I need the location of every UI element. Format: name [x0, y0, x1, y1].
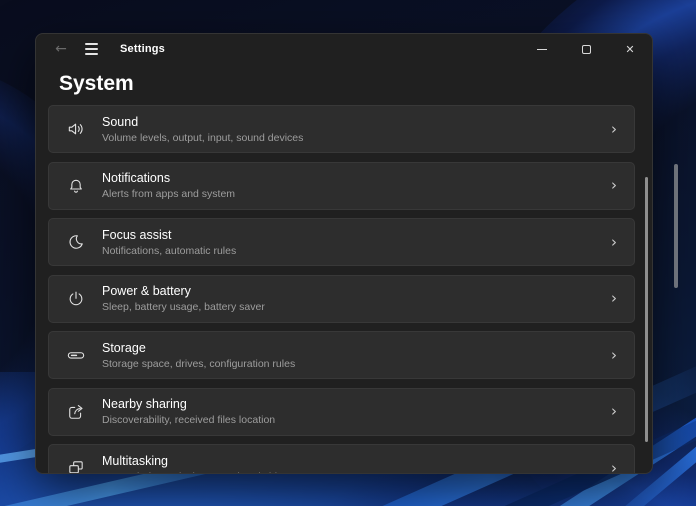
settings-item-text: Nearby sharing Discoverability, received… [102, 397, 275, 426]
settings-item-text: Multitasking Snap windows, desktops, tas… [102, 453, 289, 474]
settings-item-title: Nearby sharing [102, 397, 187, 411]
minimize-button[interactable] [520, 34, 564, 64]
settings-item-title: Multitasking [102, 453, 168, 468]
chevron-right-icon: › [611, 458, 617, 474]
settings-item-text: Sound Volume levels, output, input, soun… [102, 115, 303, 144]
chevron-right-icon: › [611, 232, 617, 251]
power-battery-icon [66, 289, 86, 309]
settings-item-title: Power & battery [102, 284, 191, 298]
app-title: Settings [120, 43, 165, 55]
titlebar: ← Settings ✕ [36, 34, 652, 64]
notifications-icon [66, 176, 86, 196]
settings-item-text: Power & battery Sleep, battery usage, ba… [102, 284, 265, 313]
window-controls: ✕ [520, 34, 652, 64]
hamburger-menu-button[interactable] [76, 37, 106, 61]
settings-item-nearby-sharing[interactable]: Nearby sharing Discoverability, received… [48, 387, 635, 436]
close-button[interactable]: ✕ [608, 34, 652, 64]
settings-item-subtitle: Discoverability, received files location [102, 414, 276, 426]
settings-item-notifications[interactable]: Notifications Alerts from apps and syste… [48, 161, 635, 210]
settings-item-text: Storage Storage space, drives, configura… [102, 341, 295, 370]
settings-item-subtitle: Storage space, drives, configuration rul… [102, 357, 296, 370]
settings-item-multitasking[interactable]: Multitasking Snap windows, desktops, tas… [48, 444, 635, 474]
storage-icon [66, 345, 86, 365]
settings-item-text: Focus assist Notifications, automatic ru… [102, 228, 236, 257]
close-icon: ✕ [625, 42, 635, 56]
settings-item-storage[interactable]: Storage Storage space, drives, configura… [48, 331, 635, 379]
desktop: ← Settings ✕ System Sound Volume levels,… [0, 0, 696, 506]
chevron-right-icon: › [611, 402, 617, 420]
settings-window: ← Settings ✕ System Sound Volume levels,… [35, 33, 653, 474]
settings-item-focus-assist[interactable]: Focus assist Notifications, automatic ru… [48, 218, 635, 266]
back-button[interactable]: ← [46, 37, 76, 61]
hamburger-icon [84, 43, 98, 55]
chevron-right-icon: › [611, 119, 617, 138]
settings-item-title: Sound [102, 114, 139, 129]
sound-icon [66, 119, 86, 139]
focus-assist-icon [66, 232, 86, 252]
maximize-icon [581, 44, 591, 54]
maximize-button[interactable] [564, 34, 608, 64]
chevron-right-icon: › [611, 345, 617, 364]
nearby-sharing-icon [66, 402, 86, 422]
settings-item-title: Notifications [102, 171, 171, 185]
settings-item-sound[interactable]: Sound Volume levels, output, input, soun… [48, 105, 635, 153]
chevron-right-icon: › [611, 289, 617, 307]
settings-item-subtitle: Sleep, battery usage, battery saver [102, 301, 265, 313]
minimize-icon [537, 48, 547, 50]
settings-item-title: Storage [102, 340, 146, 355]
settings-item-subtitle: Volume levels, output, input, sound devi… [102, 131, 304, 144]
settings-item-subtitle: Alerts from apps and system [102, 188, 236, 200]
background-scrollbar[interactable] [674, 164, 678, 288]
multitasking-icon [66, 458, 86, 473]
settings-item-title: Focus assist [102, 227, 172, 242]
settings-item-text: Notifications Alerts from apps and syste… [102, 171, 235, 200]
settings-item-power-battery[interactable]: Power & battery Sleep, battery usage, ba… [48, 274, 635, 323]
titlebar-left: ← Settings [36, 37, 165, 61]
settings-list: Sound Volume levels, output, input, soun… [48, 105, 635, 474]
window-scrollbar[interactable] [645, 177, 648, 442]
back-icon: ← [55, 41, 67, 57]
settings-item-subtitle: Snap windows, desktops, task switching [102, 471, 289, 474]
page-title: System [59, 72, 134, 95]
chevron-right-icon: › [611, 176, 617, 194]
settings-item-subtitle: Notifications, automatic rules [102, 244, 237, 257]
